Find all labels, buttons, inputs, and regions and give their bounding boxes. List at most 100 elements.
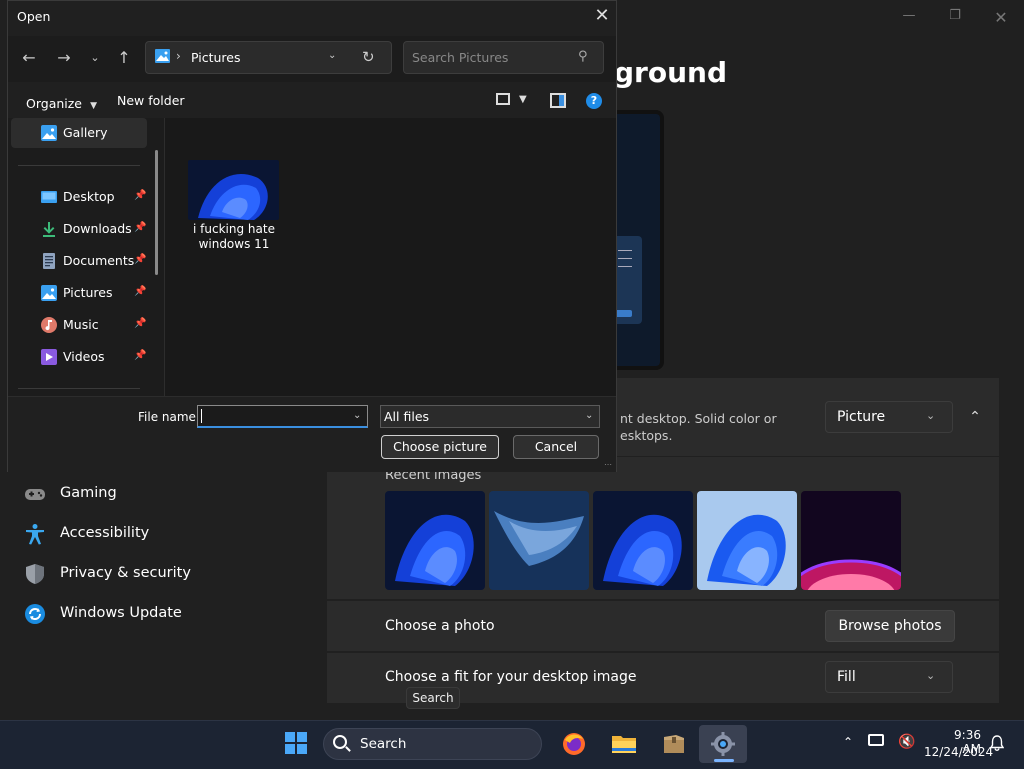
sidebar-item-label: Gallery bbox=[63, 125, 108, 140]
fit-value: Fill bbox=[837, 669, 856, 685]
address-bar[interactable] bbox=[145, 41, 392, 74]
file-type-value: All files bbox=[384, 409, 430, 424]
pin-icon[interactable]: 📌 bbox=[134, 222, 146, 233]
recent-image-3[interactable] bbox=[593, 491, 693, 590]
pictures-icon bbox=[155, 49, 170, 63]
resize-grip-icon[interactable]: ⋯ bbox=[604, 460, 612, 469]
help-icon[interactable]: ? bbox=[586, 93, 602, 109]
browse-photos-button[interactable]: Browse photos bbox=[825, 610, 955, 642]
forward-arrow-icon[interactable]: → bbox=[54, 48, 74, 68]
chevron-down-icon: ⌄ bbox=[585, 410, 594, 421]
sidebar-item-desktop[interactable]: Desktop 📌 bbox=[41, 185, 151, 209]
search-icon: ⚲ bbox=[578, 49, 588, 64]
desktop-icon bbox=[41, 191, 57, 203]
sidebar-item-privacy[interactable]: Privacy & security bbox=[24, 559, 314, 589]
recent-locations-chevron-icon[interactable]: ⌄ bbox=[85, 48, 105, 68]
view-mode-icon[interactable] bbox=[496, 93, 510, 105]
active-app-indicator bbox=[714, 759, 734, 762]
network-icon[interactable] bbox=[868, 734, 884, 746]
recent-image-4[interactable] bbox=[697, 491, 797, 590]
file-explorer-app[interactable] bbox=[606, 728, 642, 760]
start-icon[interactable] bbox=[285, 732, 307, 754]
gear-icon bbox=[711, 732, 735, 756]
pin-icon[interactable]: 📌 bbox=[134, 190, 146, 201]
address-location[interactable]: Pictures bbox=[191, 50, 241, 65]
taskbar-search[interactable] bbox=[323, 728, 542, 760]
pin-icon[interactable]: 📌 bbox=[134, 254, 146, 265]
chevron-down-icon: ⌄ bbox=[926, 409, 936, 422]
sidebar-item-music[interactable]: Music 📌 bbox=[41, 313, 151, 337]
music-icon bbox=[41, 317, 57, 333]
sidebar-item-accessibility[interactable]: Accessibility bbox=[24, 519, 314, 549]
background-description: nt desktop. Solid color or esktops. bbox=[620, 411, 777, 443]
documents-icon bbox=[43, 253, 55, 269]
sidebar-item-downloads[interactable]: Downloads 📌 bbox=[41, 217, 151, 241]
update-icon bbox=[25, 604, 45, 624]
collapse-chevron-icon[interactable]: ⌃ bbox=[964, 404, 986, 430]
back-arrow-icon[interactable]: ← bbox=[19, 48, 39, 68]
sidebar-item-label: Documents bbox=[63, 253, 135, 268]
sidebar-item-label: Music bbox=[63, 317, 99, 332]
sidebar-item-label: Desktop bbox=[63, 189, 115, 204]
accessibility-icon bbox=[26, 524, 44, 545]
videos-icon bbox=[41, 349, 57, 365]
sidebar-item-windows-update[interactable]: Windows Update bbox=[24, 599, 314, 629]
pictures-icon bbox=[41, 285, 57, 301]
sidebar-item-pictures[interactable]: Pictures 📌 bbox=[41, 281, 151, 305]
firefox-icon bbox=[563, 733, 585, 755]
preview-pane-icon[interactable] bbox=[550, 93, 566, 108]
download-icon bbox=[43, 222, 55, 237]
search-placeholder: Search Pictures bbox=[412, 50, 509, 65]
sidebar-item-gaming[interactable]: Gaming bbox=[24, 479, 314, 509]
up-arrow-icon[interactable]: ↑ bbox=[114, 48, 134, 68]
close-icon[interactable]: ✕ bbox=[590, 5, 614, 27]
organize-menu[interactable]: Organize ▼ bbox=[26, 93, 97, 112]
chevron-down-icon[interactable]: ▼ bbox=[519, 94, 527, 105]
volume-muted-icon[interactable]: 🔇 bbox=[898, 734, 915, 750]
text-caret bbox=[201, 409, 202, 423]
divider bbox=[18, 388, 140, 389]
clock-date[interactable]: 12/24/2024 bbox=[924, 745, 993, 759]
sidebar-item-videos[interactable]: Videos 📌 bbox=[41, 345, 151, 369]
firefox-app[interactable] bbox=[556, 728, 592, 760]
divider bbox=[18, 165, 140, 166]
preview-line bbox=[618, 250, 632, 251]
show-hidden-icons-icon[interactable]: ⌃ bbox=[843, 735, 853, 749]
file-thumbnail[interactable] bbox=[188, 160, 279, 220]
preview-line bbox=[618, 266, 632, 267]
refresh-icon[interactable]: ↻ bbox=[362, 48, 375, 66]
dialog-title: Open bbox=[17, 9, 51, 24]
minimize-button[interactable]: — bbox=[894, 8, 924, 26]
folder-icon bbox=[612, 736, 636, 753]
close-button[interactable]: ✕ bbox=[986, 8, 1016, 27]
organize-label: Organize bbox=[26, 96, 82, 111]
sidebar-item-label: Windows Update bbox=[60, 605, 182, 621]
choose-picture-button[interactable]: Choose picture bbox=[381, 435, 499, 459]
breadcrumb-chevron-icon: › bbox=[176, 49, 181, 63]
background-type-value: Picture bbox=[837, 409, 886, 425]
chevron-down-icon[interactable]: ⌄ bbox=[353, 410, 361, 421]
navigation-scrollbar[interactable] bbox=[155, 150, 158, 275]
recent-image-5[interactable] bbox=[801, 491, 901, 590]
file-name[interactable]: i fucking hate windows 11 bbox=[188, 222, 280, 252]
cancel-button[interactable]: Cancel bbox=[513, 435, 599, 459]
recent-image-2[interactable] bbox=[489, 491, 589, 590]
recent-image-1[interactable] bbox=[385, 491, 485, 590]
gamepad-icon bbox=[25, 489, 45, 500]
notification-bell-icon[interactable] bbox=[990, 735, 1004, 751]
preview-line bbox=[618, 258, 632, 259]
sidebar-item-gallery[interactable]: Gallery bbox=[41, 121, 151, 145]
sidebar-item-label: Videos bbox=[63, 349, 105, 364]
sidebar-item-documents[interactable]: Documents 📌 bbox=[41, 249, 151, 273]
pin-icon[interactable]: 📌 bbox=[134, 286, 146, 297]
sidebar-item-label: Pictures bbox=[63, 285, 113, 300]
pin-icon[interactable]: 📌 bbox=[134, 350, 146, 361]
file-name-input[interactable] bbox=[197, 405, 368, 428]
sidebar-item-label: Gaming bbox=[60, 485, 117, 501]
archive-app[interactable] bbox=[656, 728, 692, 760]
maximize-button[interactable]: ❐ bbox=[940, 8, 970, 26]
chevron-down-icon[interactable]: ⌄ bbox=[328, 50, 336, 61]
new-folder-button[interactable]: New folder bbox=[117, 93, 185, 108]
shield-icon bbox=[26, 564, 44, 584]
pin-icon[interactable]: 📌 bbox=[134, 318, 146, 329]
